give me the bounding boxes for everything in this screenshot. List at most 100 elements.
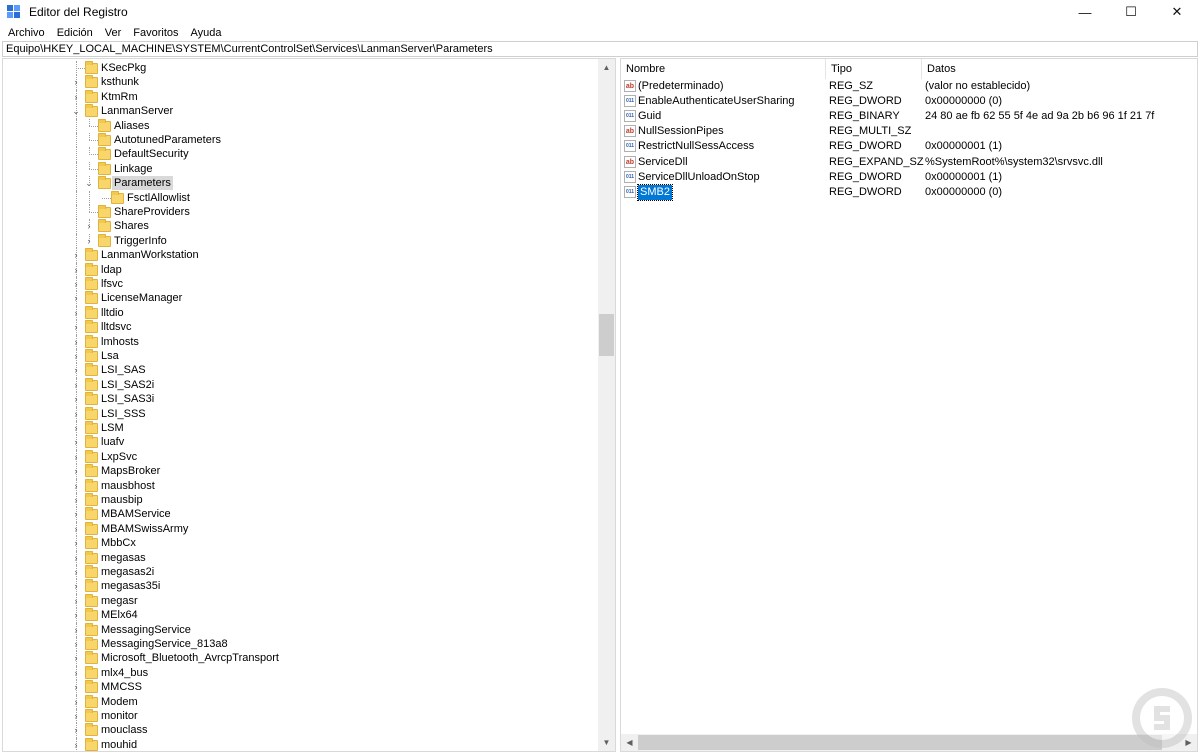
tree-item[interactable]: › MElx64: [3, 608, 599, 623]
tree-item[interactable]: › MessagingService_813a8: [3, 637, 599, 652]
chevron-right-icon[interactable]: ›: [71, 565, 81, 579]
tree-item[interactable]: ⌄ LanmanServer: [3, 104, 599, 119]
values-list[interactable]: Nombre Tipo Datos ab (Predeterminado) REG_…: [620, 58, 1198, 752]
chevron-right-icon[interactable]: ›: [71, 666, 81, 680]
tree-item[interactable]: FsctlAllowlist: [3, 190, 599, 205]
chevron-right-icon[interactable]: ›: [71, 522, 81, 536]
chevron-right-icon[interactable]: ›: [71, 421, 81, 435]
tree-item[interactable]: › megasas2i: [3, 565, 599, 580]
tree-item[interactable]: › LSI_SAS3i: [3, 392, 599, 407]
chevron-right-icon[interactable]: ›: [71, 349, 81, 363]
chevron-right-icon[interactable]: ›: [71, 579, 81, 593]
tree-item[interactable]: Linkage: [3, 161, 599, 177]
chevron-right-icon[interactable]: ›: [71, 608, 81, 622]
tree-item[interactable]: › Lsa: [3, 349, 599, 364]
tree-item[interactable]: › MBAMSwissArmy: [3, 521, 599, 537]
menu-archivo[interactable]: Archivo: [2, 27, 51, 39]
tree-item[interactable]: › KtmRm: [3, 89, 599, 105]
chevron-right-icon[interactable]: ›: [71, 479, 81, 493]
tree-item[interactable]: › MBAMService: [3, 507, 599, 522]
chevron-right-icon[interactable]: ›: [71, 363, 81, 377]
tree-item[interactable]: › mausbhost: [3, 478, 599, 493]
value-row[interactable]: 011 SMB2 REG_DWORD 0x00000000 (0): [621, 183, 1197, 201]
tree-item[interactable]: › lltdio: [3, 305, 599, 321]
scroll-down-icon[interactable]: ▼: [598, 734, 615, 751]
chevron-right-icon[interactable]: ›: [71, 651, 81, 665]
tree-item[interactable]: › mouhid: [3, 737, 599, 751]
chevron-down-icon[interactable]: ⌄: [84, 176, 94, 190]
tree-item[interactable]: › ldap: [3, 262, 599, 277]
tree-item[interactable]: › megasas35i: [3, 579, 599, 594]
tree-item[interactable]: › lmhosts: [3, 334, 599, 349]
menu-favoritos[interactable]: Favoritos: [127, 27, 184, 39]
column-header-data[interactable]: Datos: [922, 59, 1197, 79]
chevron-right-icon[interactable]: ›: [71, 709, 81, 723]
chevron-right-icon[interactable]: ›: [71, 738, 81, 751]
chevron-right-icon[interactable]: ›: [71, 450, 81, 464]
tree-item[interactable]: › LSM: [3, 421, 599, 436]
value-row[interactable]: 011 ServiceDllUnloadOnStop REG_DWORD 0x0000…: [621, 170, 1197, 185]
tree-scroll-thumb[interactable]: [599, 314, 614, 356]
tree-item[interactable]: › Microsoft_Bluetooth_AvrcpTransport: [3, 651, 599, 666]
chevron-right-icon[interactable]: ›: [71, 90, 81, 104]
tree-item[interactable]: › LSI_SAS: [3, 363, 599, 378]
tree-item[interactable]: › MessagingService: [3, 622, 599, 637]
tree-item[interactable]: Aliases: [3, 118, 599, 133]
chevron-right-icon[interactable]: ›: [84, 234, 94, 248]
tree-item[interactable]: › TriggerInfo: [3, 233, 599, 249]
tree-item[interactable]: › MapsBroker: [3, 464, 599, 479]
chevron-right-icon[interactable]: ›: [71, 637, 81, 651]
column-header-name[interactable]: Nombre: [621, 59, 826, 79]
chevron-right-icon[interactable]: ›: [71, 392, 81, 406]
tree-item[interactable]: › lltdsvc: [3, 320, 599, 335]
tree-item[interactable]: › LicenseManager: [3, 291, 599, 306]
chevron-right-icon[interactable]: ›: [71, 277, 81, 291]
chevron-right-icon[interactable]: ›: [71, 536, 81, 550]
tree-item[interactable]: › MMCSS: [3, 680, 599, 695]
chevron-right-icon[interactable]: ›: [71, 378, 81, 392]
tree-item[interactable]: › mouclass: [3, 723, 599, 738]
chevron-right-icon[interactable]: ›: [71, 551, 81, 565]
tree-item[interactable]: › megasr: [3, 593, 599, 609]
chevron-right-icon[interactable]: ›: [71, 695, 81, 709]
minimize-button[interactable]: —: [1062, 0, 1108, 24]
chevron-right-icon[interactable]: ›: [84, 219, 94, 233]
chevron-down-icon[interactable]: ⌄: [71, 104, 81, 118]
value-row[interactable]: ab NullSessionPipes REG_MULTI_SZ: [621, 124, 1197, 139]
close-button[interactable]: ✕: [1154, 0, 1200, 24]
value-row[interactable]: 011 Guid REG_BINARY 24 80 ae fb 62 55 5f 4e…: [621, 109, 1197, 124]
chevron-right-icon[interactable]: ›: [71, 493, 81, 507]
tree-item[interactable]: › MbbCx: [3, 536, 599, 551]
chevron-right-icon[interactable]: ›: [71, 507, 81, 521]
scroll-left-icon[interactable]: ◀: [621, 734, 638, 751]
key-tree[interactable]: KSecPkg › ksthunk › KtmRm ⌄ LanmanServer Aliase…: [2, 58, 616, 752]
tree-item[interactable]: ShareProviders: [3, 205, 599, 220]
menu-edicion[interactable]: Edición: [51, 27, 99, 39]
chevron-right-icon[interactable]: ›: [71, 263, 81, 277]
chevron-right-icon[interactable]: ›: [71, 623, 81, 637]
tree-item[interactable]: › mlx4_bus: [3, 665, 599, 681]
tree-item[interactable]: › Shares: [3, 219, 599, 234]
chevron-right-icon[interactable]: ›: [71, 464, 81, 478]
tree-item[interactable]: DefaultSecurity: [3, 147, 599, 162]
address-bar[interactable]: Equipo\HKEY_LOCAL_MACHINE\SYSTEM\Current…: [2, 41, 1198, 57]
chevron-right-icon[interactable]: ›: [71, 680, 81, 694]
values-horizontal-scrollbar[interactable]: ◀ ▶: [621, 734, 1197, 751]
maximize-button[interactable]: ☐: [1108, 0, 1154, 24]
chevron-right-icon[interactable]: ›: [71, 335, 81, 349]
tree-item[interactable]: › mausbip: [3, 493, 599, 508]
column-header-type[interactable]: Tipo: [826, 59, 922, 79]
chevron-right-icon[interactable]: ›: [71, 75, 81, 89]
tree-item[interactable]: ⌄ Parameters: [3, 176, 599, 191]
tree-item[interactable]: › Modem: [3, 694, 599, 709]
value-row[interactable]: 011 RestrictNullSessAccess REG_DWORD 0x0000…: [621, 139, 1197, 154]
chevron-right-icon[interactable]: ›: [71, 594, 81, 608]
value-row[interactable]: ab (Predeterminado) REG_SZ (valor no establ…: [621, 79, 1197, 94]
tree-item[interactable]: › LanmanWorkstation: [3, 248, 599, 263]
chevron-right-icon[interactable]: ›: [71, 435, 81, 449]
menu-ver[interactable]: Ver: [99, 27, 128, 39]
scroll-up-icon[interactable]: ▲: [598, 59, 615, 76]
tree-vertical-scrollbar[interactable]: ▲ ▼: [598, 59, 615, 751]
chevron-right-icon[interactable]: ›: [71, 248, 81, 262]
values-scroll-thumb[interactable]: [638, 735, 1162, 750]
